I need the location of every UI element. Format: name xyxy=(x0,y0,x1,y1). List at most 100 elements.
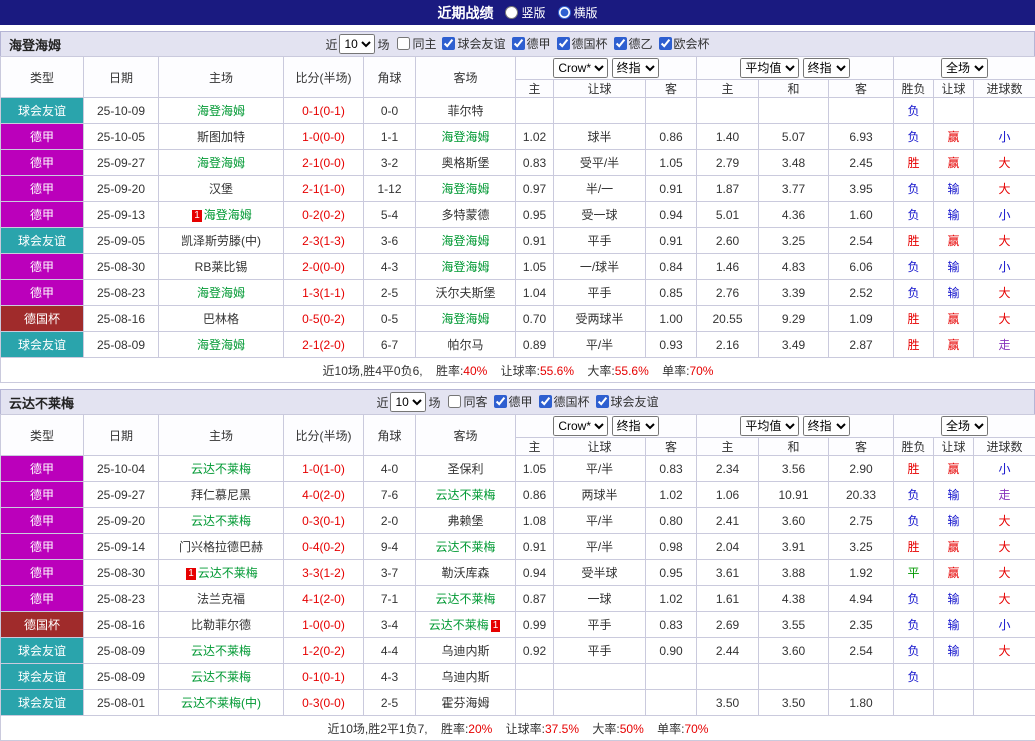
vertical-radio-input[interactable] xyxy=(505,6,518,19)
odds-away: 0.86 xyxy=(646,124,697,150)
competition-type: 德甲 xyxy=(1,560,84,586)
avg-odds-select[interactable]: 平均值 xyxy=(740,416,799,436)
away-team: 菲尔特 xyxy=(416,98,516,124)
horizontal-radio-input[interactable] xyxy=(558,6,571,19)
filter-option[interactable]: 德国杯 xyxy=(557,35,608,52)
summary-stat-odd-rate: 单率:70% xyxy=(662,364,713,378)
filter-option[interactable]: 同主 xyxy=(397,35,436,52)
col-header-corner: 角球 xyxy=(364,415,416,456)
win-loss-result: 负 xyxy=(894,176,934,202)
goals-result xyxy=(974,98,1035,124)
filter-option[interactable]: 德甲 xyxy=(494,393,533,410)
odds-home: 0.92 xyxy=(516,638,554,664)
sub-header-odds-away: 客 xyxy=(646,80,697,98)
layout-radio-horizontal[interactable]: 横版 xyxy=(558,4,598,21)
home-team: 云达不莱梅 xyxy=(159,508,284,534)
avg-home: 5.01 xyxy=(697,202,759,228)
away-team: 海登海姆 xyxy=(416,306,516,332)
summary-stat-odd-rate: 单率:70% xyxy=(657,722,708,736)
corner-score: 1-12 xyxy=(364,176,416,202)
goals-result: 小 xyxy=(974,456,1035,482)
sub-header-avg-draw: 和 xyxy=(759,438,829,456)
odds-stage-select[interactable]: 终指 xyxy=(612,416,659,436)
odds-away xyxy=(646,98,697,124)
filter-checkbox[interactable] xyxy=(659,37,672,50)
filter-option[interactable]: 球会友谊 xyxy=(596,393,659,410)
handicap-result: 赢 xyxy=(934,332,974,358)
result-group-header: 全场 xyxy=(894,57,1035,80)
win-loss-result: 负 xyxy=(894,124,934,150)
avg-home: 2.79 xyxy=(697,150,759,176)
odds-away: 1.02 xyxy=(646,482,697,508)
filter-option[interactable]: 球会友谊 xyxy=(442,35,505,52)
sub-header-avg-away: 客 xyxy=(829,80,894,98)
avg-draw: 3.48 xyxy=(759,150,829,176)
avg-home: 2.41 xyxy=(697,508,759,534)
layout-radio-vertical[interactable]: 竖版 xyxy=(505,4,545,21)
home-team: 凯泽斯劳滕(中) xyxy=(159,228,284,254)
handicap-line: 两球半 xyxy=(554,482,646,508)
recent-count-select[interactable]: 10 xyxy=(339,34,375,54)
match-date: 25-08-16 xyxy=(84,306,159,332)
avg-away: 3.25 xyxy=(829,534,894,560)
match-row: 德甲25-08-301云达不莱梅3-3(1-2)3-7勒沃库森0.94受半球0.… xyxy=(1,560,1035,586)
filter-checkbox[interactable] xyxy=(539,395,552,408)
filter-checkbox[interactable] xyxy=(494,395,507,408)
bookmaker-select[interactable]: Crow* xyxy=(553,416,608,436)
filter-label: 德甲 xyxy=(527,35,551,52)
filter-option[interactable]: 欧会杯 xyxy=(659,35,710,52)
recent-count-select[interactable]: 10 xyxy=(390,392,426,412)
match-date: 25-08-23 xyxy=(84,280,159,306)
filter-checkbox[interactable] xyxy=(397,37,410,50)
vertical-radio-label: 竖版 xyxy=(521,4,545,21)
avg-draw: 3.60 xyxy=(759,508,829,534)
goals-result: 大 xyxy=(974,638,1035,664)
goals-result: 小 xyxy=(974,124,1035,150)
avg-away: 1.60 xyxy=(829,202,894,228)
stat-label: 单率: xyxy=(662,364,689,378)
avg-draw xyxy=(759,98,829,124)
filter-checkbox[interactable] xyxy=(448,395,461,408)
scope-select[interactable]: 全场 xyxy=(941,58,988,78)
home-team: 云达不莱梅 xyxy=(159,664,284,690)
goals-result: 大 xyxy=(974,560,1035,586)
stat-value: 55.6% xyxy=(540,364,574,378)
filter-checkbox[interactable] xyxy=(614,37,627,50)
avg-odds-select[interactable]: 平均值 xyxy=(740,58,799,78)
match-score: 2-0(0-0) xyxy=(284,254,364,280)
handicap-line xyxy=(554,664,646,690)
match-score: 1-0(0-0) xyxy=(284,612,364,638)
filter-option[interactable]: 德国杯 xyxy=(539,393,590,410)
filter-option[interactable]: 德甲 xyxy=(512,35,551,52)
filter-checkbox[interactable] xyxy=(596,395,609,408)
handicap-result: 输 xyxy=(934,254,974,280)
away-team: 云达不莱梅 xyxy=(416,482,516,508)
col-header-away: 客场 xyxy=(416,57,516,98)
filter-option[interactable]: 同客 xyxy=(448,393,487,410)
odds-stage-select[interactable]: 终指 xyxy=(612,58,659,78)
win-loss-result: 负 xyxy=(894,482,934,508)
win-loss-result: 负 xyxy=(894,254,934,280)
goals-result: 走 xyxy=(974,332,1035,358)
away-team: 乌迪内斯 xyxy=(416,638,516,664)
filter-label: 球会友谊 xyxy=(457,35,505,52)
bookmaker-select[interactable]: Crow* xyxy=(553,58,608,78)
scope-select[interactable]: 全场 xyxy=(941,416,988,436)
avg-stage-select[interactable]: 终指 xyxy=(803,416,850,436)
match-row: 球会友谊25-08-01云达不莱梅(中)0-3(0-0)2-5霍芬海姆3.503… xyxy=(1,690,1035,716)
stat-label: 大率: xyxy=(592,722,619,736)
match-row: 德甲25-09-131海登海姆0-2(0-2)5-4多特蒙德0.95受一球0.9… xyxy=(1,202,1035,228)
goals-result: 大 xyxy=(974,228,1035,254)
filter-option[interactable]: 德乙 xyxy=(614,35,653,52)
avg-home: 2.44 xyxy=(697,638,759,664)
avg-home: 1.40 xyxy=(697,124,759,150)
filter-checkbox[interactable] xyxy=(557,37,570,50)
corner-score: 0-0 xyxy=(364,98,416,124)
avg-home: 2.76 xyxy=(697,280,759,306)
filter-checkbox[interactable] xyxy=(442,37,455,50)
avg-stage-select[interactable]: 终指 xyxy=(803,58,850,78)
filter-checkbox[interactable] xyxy=(512,37,525,50)
handicap-line: 平手 xyxy=(554,638,646,664)
goals-result: 走 xyxy=(974,482,1035,508)
filter-bar: 近 10 场 同客德甲德国杯球会友谊 xyxy=(376,392,658,412)
